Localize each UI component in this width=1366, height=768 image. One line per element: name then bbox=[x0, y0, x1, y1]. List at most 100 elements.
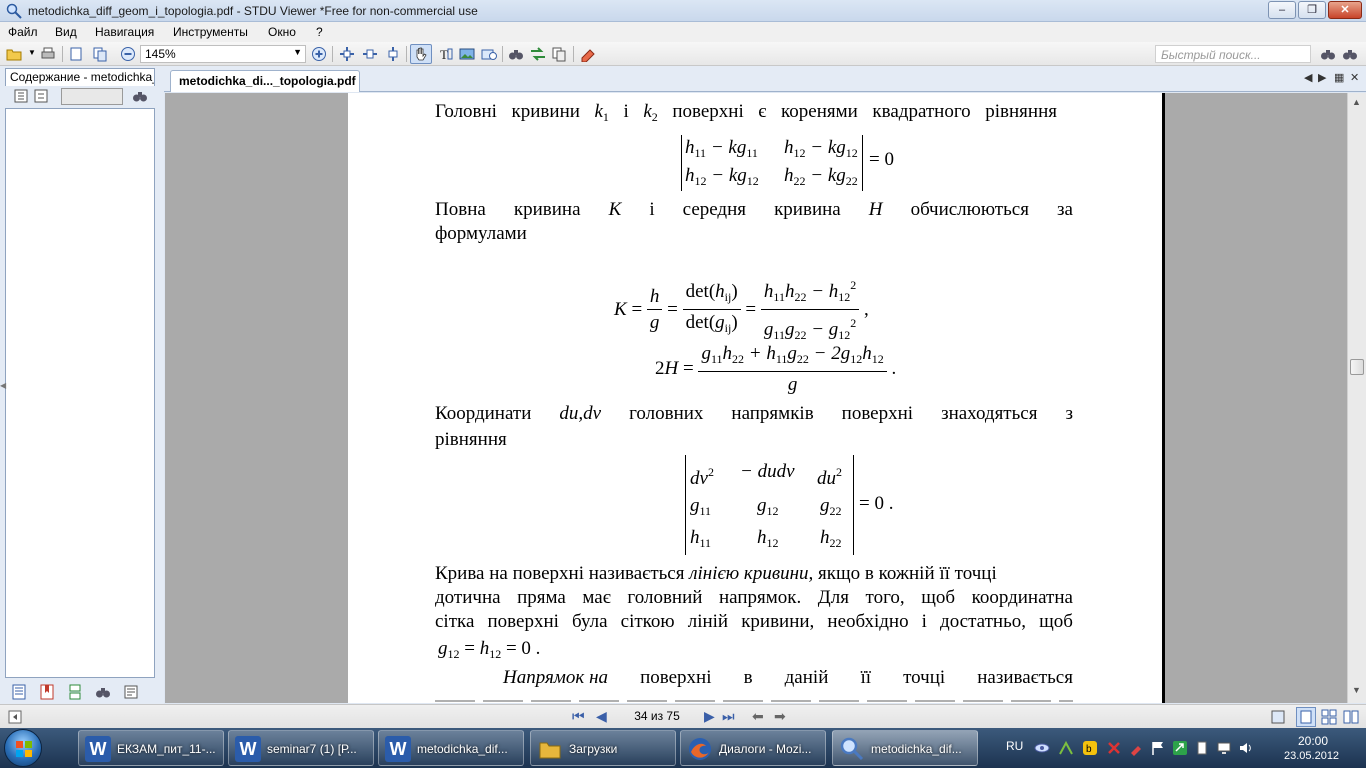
word: кривина bbox=[513, 199, 581, 220]
task-label: seminar7 (1) [Р... bbox=[267, 742, 357, 756]
open-dropdown-icon[interactable]: ▼ bbox=[28, 48, 36, 57]
collapse-panel-icon[interactable] bbox=[8, 710, 22, 724]
taskbar-item-firefox[interactable]: Диалоги - Mozi... bbox=[680, 730, 826, 766]
fit-width-icon[interactable] bbox=[362, 46, 378, 62]
single-page-icon[interactable] bbox=[1270, 709, 1286, 725]
taskbar-item-word-metodichka[interactable]: W metodichka_dif... bbox=[378, 730, 524, 766]
contents-tab[interactable]: Содержание - metodichka_ bbox=[5, 68, 155, 86]
menu-help[interactable]: ? bbox=[316, 25, 323, 39]
tab-next-icon[interactable]: ▶ bbox=[1318, 71, 1326, 84]
word: сіткою bbox=[620, 611, 675, 632]
minimize-button[interactable]: – bbox=[1268, 1, 1296, 19]
contents-search-icon[interactable] bbox=[132, 88, 148, 104]
expand-tree-icon[interactable] bbox=[13, 88, 29, 104]
highlight-icon[interactable] bbox=[580, 46, 596, 62]
toolbar-separator bbox=[502, 46, 503, 62]
volume-tray-icon[interactable] bbox=[1238, 740, 1254, 756]
zoom-out-icon[interactable] bbox=[120, 46, 136, 62]
menu-file[interactable]: Файл bbox=[8, 25, 38, 39]
word: головних bbox=[629, 403, 704, 424]
find-icon[interactable] bbox=[508, 46, 524, 62]
taskbar-item-word-exam[interactable]: W ЕКЗАМ_пит_11-... bbox=[78, 730, 224, 766]
facing-pages-icon[interactable] bbox=[1343, 709, 1359, 725]
zoom-select[interactable]: 145% ▼ bbox=[140, 45, 306, 63]
next-page-icon[interactable]: ▶ bbox=[704, 709, 715, 723]
word: з bbox=[1065, 403, 1073, 424]
eye-tray-icon[interactable] bbox=[1034, 740, 1050, 756]
word: квадратного bbox=[872, 101, 971, 122]
menu-tools[interactable]: Инструменты bbox=[173, 25, 248, 39]
pages-icon[interactable] bbox=[551, 46, 567, 62]
splitter-arrow-icon[interactable]: ◀ bbox=[0, 381, 6, 390]
image-select-icon[interactable] bbox=[459, 46, 475, 62]
close-button[interactable]: ✕ bbox=[1328, 1, 1362, 19]
device-tray-icon[interactable] bbox=[1194, 740, 1210, 756]
maximize-button[interactable]: ❐ bbox=[1298, 1, 1326, 19]
clock-date[interactable]: 23.05.2012 bbox=[1284, 750, 1339, 762]
word: і bbox=[921, 611, 927, 632]
open-folder-icon[interactable] bbox=[6, 46, 22, 62]
tab-prev-icon[interactable]: ◀ bbox=[1304, 71, 1312, 84]
page-number-input[interactable]: 34 из 75 bbox=[614, 707, 700, 726]
word-icon: W bbox=[235, 736, 261, 762]
word: за bbox=[1057, 199, 1073, 220]
security-tray-icon[interactable] bbox=[1106, 740, 1122, 756]
page-setup-icon[interactable] bbox=[68, 46, 84, 62]
formula-g12-h12: g12 = h12 = 0 . bbox=[438, 638, 541, 661]
app-tray-icon[interactable]: b bbox=[1082, 740, 1098, 756]
tab-close-icon[interactable]: ✕ bbox=[1350, 71, 1359, 84]
back-forward-icon[interactable] bbox=[530, 46, 546, 62]
taskbar-item-stdu-viewer[interactable]: metodichka_dif... bbox=[832, 730, 978, 766]
taskbar-item-downloads[interactable]: Загрузки bbox=[530, 730, 676, 766]
menu-bar: Файл Вид Навигация Инструменты Окно ? bbox=[0, 22, 1366, 42]
network-tray-icon[interactable] bbox=[1058, 740, 1074, 756]
menu-window[interactable]: Окно bbox=[268, 25, 296, 39]
copy-page-icon[interactable] bbox=[92, 46, 108, 62]
previous-page-icon[interactable]: ◀ bbox=[596, 709, 607, 723]
monitor-tray-icon[interactable] bbox=[1216, 740, 1232, 756]
scroll-down-icon[interactable]: ▼ bbox=[1352, 685, 1361, 695]
vertical-scrollbar[interactable]: ▲ ▼ bbox=[1347, 93, 1366, 703]
scroll-up-icon[interactable]: ▲ bbox=[1352, 97, 1361, 107]
fit-page-icon[interactable] bbox=[339, 46, 355, 62]
document-tab[interactable]: metodichka_di..._topologia.pdf bbox=[170, 70, 360, 92]
cut-off-text-line bbox=[435, 695, 1073, 703]
clock-time[interactable]: 20:00 bbox=[1298, 734, 1328, 748]
search-results-panel-icon[interactable] bbox=[95, 684, 111, 700]
flag-tray-icon[interactable] bbox=[1150, 740, 1166, 756]
taskbar-item-word-seminar[interactable]: W seminar7 (1) [Р... bbox=[228, 730, 374, 766]
contents-filter-input[interactable] bbox=[61, 88, 123, 105]
language-indicator[interactable]: RU bbox=[1006, 739, 1023, 753]
two-pages-icon[interactable] bbox=[1321, 709, 1337, 725]
update-tray-icon[interactable] bbox=[1172, 740, 1188, 756]
search-binoculars-icon[interactable] bbox=[1320, 46, 1336, 62]
contents-tree[interactable] bbox=[5, 108, 155, 678]
zoom-in-icon[interactable] bbox=[311, 46, 327, 62]
start-button[interactable] bbox=[4, 729, 42, 767]
collapse-tree-icon[interactable] bbox=[33, 88, 49, 104]
menu-view[interactable]: Вид bbox=[55, 25, 77, 39]
tools-tray-icon[interactable] bbox=[1128, 740, 1144, 756]
document-view[interactable]: Головні кривини k1 і k2 поверхні є корен… bbox=[165, 93, 1347, 703]
bookmarks-panel-icon[interactable] bbox=[39, 684, 55, 700]
contents-panel-icon[interactable] bbox=[11, 684, 27, 700]
print-icon[interactable] bbox=[40, 46, 56, 62]
snapshot-icon[interactable] bbox=[481, 46, 497, 62]
quick-search-input[interactable]: Быстрый поиск... bbox=[1155, 45, 1311, 63]
scrollbar-thumb[interactable] bbox=[1350, 359, 1364, 375]
continuous-view-button[interactable] bbox=[1296, 707, 1316, 727]
history-back-icon[interactable]: ⬅ bbox=[752, 709, 764, 723]
thumbnails-panel-icon[interactable] bbox=[67, 684, 83, 700]
notes-panel-icon[interactable] bbox=[123, 684, 139, 700]
tab-list-icon[interactable]: ▦ bbox=[1334, 71, 1344, 84]
fit-height-icon[interactable] bbox=[385, 46, 401, 62]
search-options-icon[interactable] bbox=[1342, 46, 1358, 62]
hand-tool-button[interactable] bbox=[410, 44, 432, 64]
menu-navigation[interactable]: Навигация bbox=[95, 25, 154, 39]
word: пряма bbox=[517, 587, 566, 608]
word: середня bbox=[682, 199, 747, 220]
history-forward-icon[interactable]: ➡ bbox=[774, 709, 786, 723]
last-page-icon[interactable]: ⏭ bbox=[722, 709, 735, 723]
first-page-icon[interactable]: ⏮ bbox=[572, 709, 585, 723]
text-select-icon[interactable]: T bbox=[438, 46, 454, 62]
